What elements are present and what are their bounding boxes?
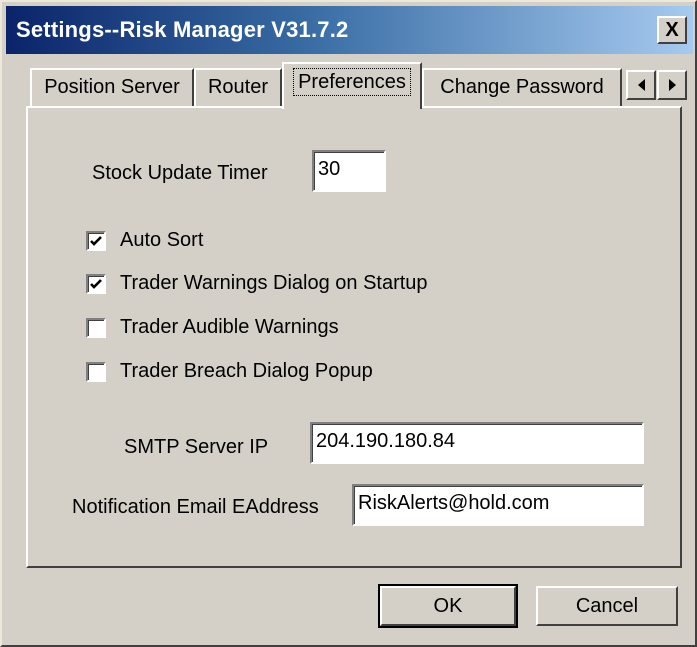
tab-label: Preferences — [293, 68, 411, 96]
tab-scroll-right-button[interactable] — [657, 70, 687, 100]
trader-audible-warnings-checkbox[interactable] — [86, 318, 106, 338]
checkmark-icon — [90, 236, 102, 246]
close-icon: X — [665, 19, 679, 41]
preferences-panel: Stock Update Timer 30 Auto Sort Trader W… — [26, 106, 682, 568]
trader-warnings-dialog-label: Trader Warnings Dialog on Startup — [120, 272, 428, 294]
scroll-left-icon — [637, 79, 645, 91]
ok-button-label: OK — [433, 595, 463, 617]
close-button[interactable]: X — [657, 16, 687, 44]
checkmark-icon — [90, 279, 102, 289]
tab-change-password[interactable]: Change Password — [422, 68, 622, 106]
stock-update-timer-label: Stock Update Timer — [92, 162, 268, 184]
scroll-right-icon — [668, 79, 676, 91]
auto-sort-checkbox[interactable] — [86, 231, 106, 251]
smtp-server-ip-label: SMTP Server IP — [124, 436, 269, 458]
cancel-button[interactable]: Cancel — [536, 586, 678, 626]
trader-breach-dialog-checkbox[interactable] — [86, 362, 106, 382]
trader-warnings-dialog-checkbox[interactable] — [86, 274, 106, 294]
tab-router[interactable]: Router — [194, 68, 282, 106]
window-title: Settings--Risk Manager V31.7.2 — [16, 17, 349, 42]
smtp-server-ip-input[interactable]: 204.190.180.84 — [310, 422, 644, 464]
tab-label: Change Password — [440, 76, 604, 98]
tab-position-server[interactable]: Position Server — [30, 68, 194, 106]
settings-dialog: Settings--Risk Manager V31.7.2 X Positio… — [0, 0, 697, 647]
trader-audible-warnings-label: Trader Audible Warnings — [120, 316, 339, 338]
notification-email-input[interactable]: RiskAlerts@hold.com — [352, 484, 644, 526]
tab-scroll-left-button[interactable] — [626, 70, 656, 100]
trader-breach-dialog-label: Trader Breach Dialog Popup — [120, 360, 373, 382]
title-bar[interactable]: Settings--Risk Manager V31.7.2 X — [6, 6, 693, 54]
notification-email-label: Notification Email EAddress — [72, 496, 319, 518]
tab-preferences[interactable]: Preferences — [282, 62, 422, 109]
auto-sort-label: Auto Sort — [120, 229, 204, 251]
cancel-button-label: Cancel — [575, 595, 639, 617]
stock-update-timer-input[interactable]: 30 — [312, 150, 386, 192]
ok-button[interactable]: OK — [378, 584, 518, 628]
tab-label: Router — [207, 76, 269, 98]
tab-label: Position Server — [44, 76, 180, 98]
